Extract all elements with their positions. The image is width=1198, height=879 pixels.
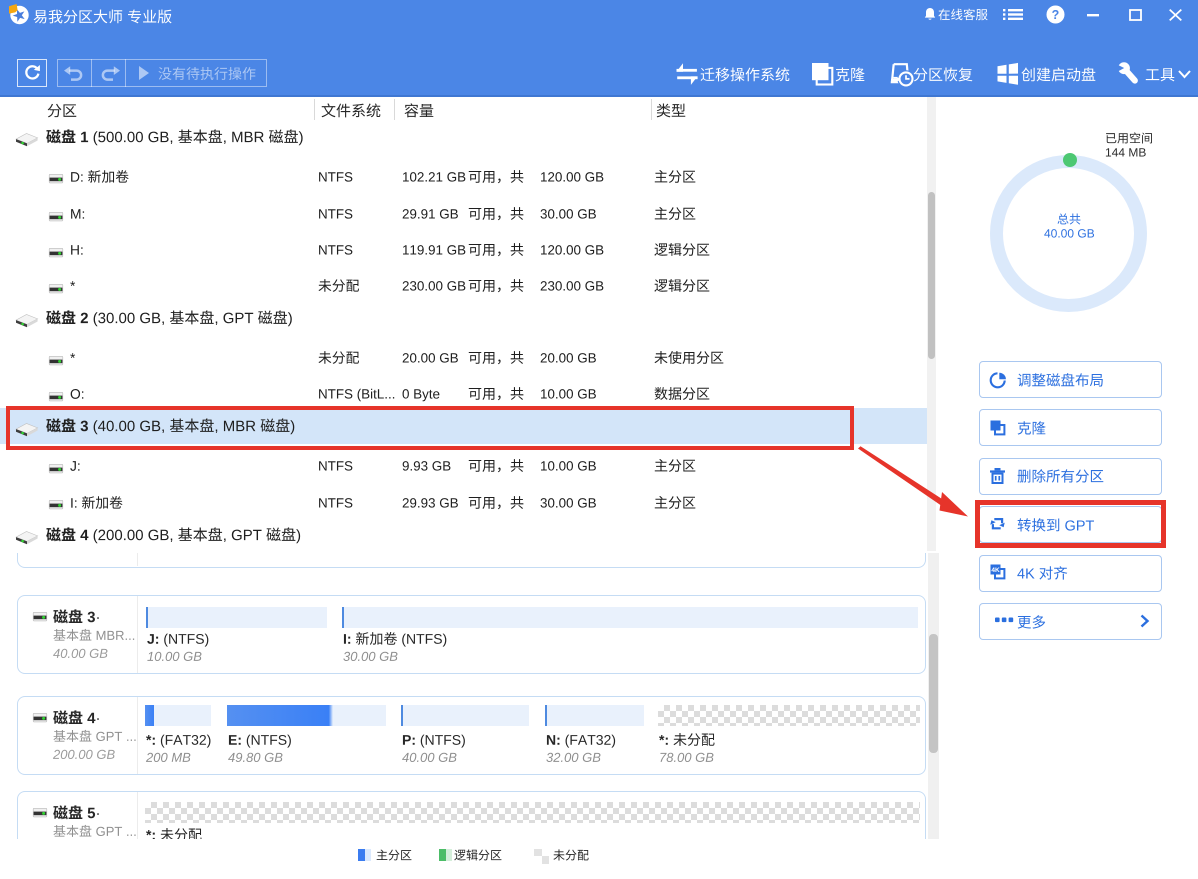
svg-text:4K: 4K: [991, 567, 1000, 574]
svg-text:?: ?: [1052, 8, 1060, 22]
